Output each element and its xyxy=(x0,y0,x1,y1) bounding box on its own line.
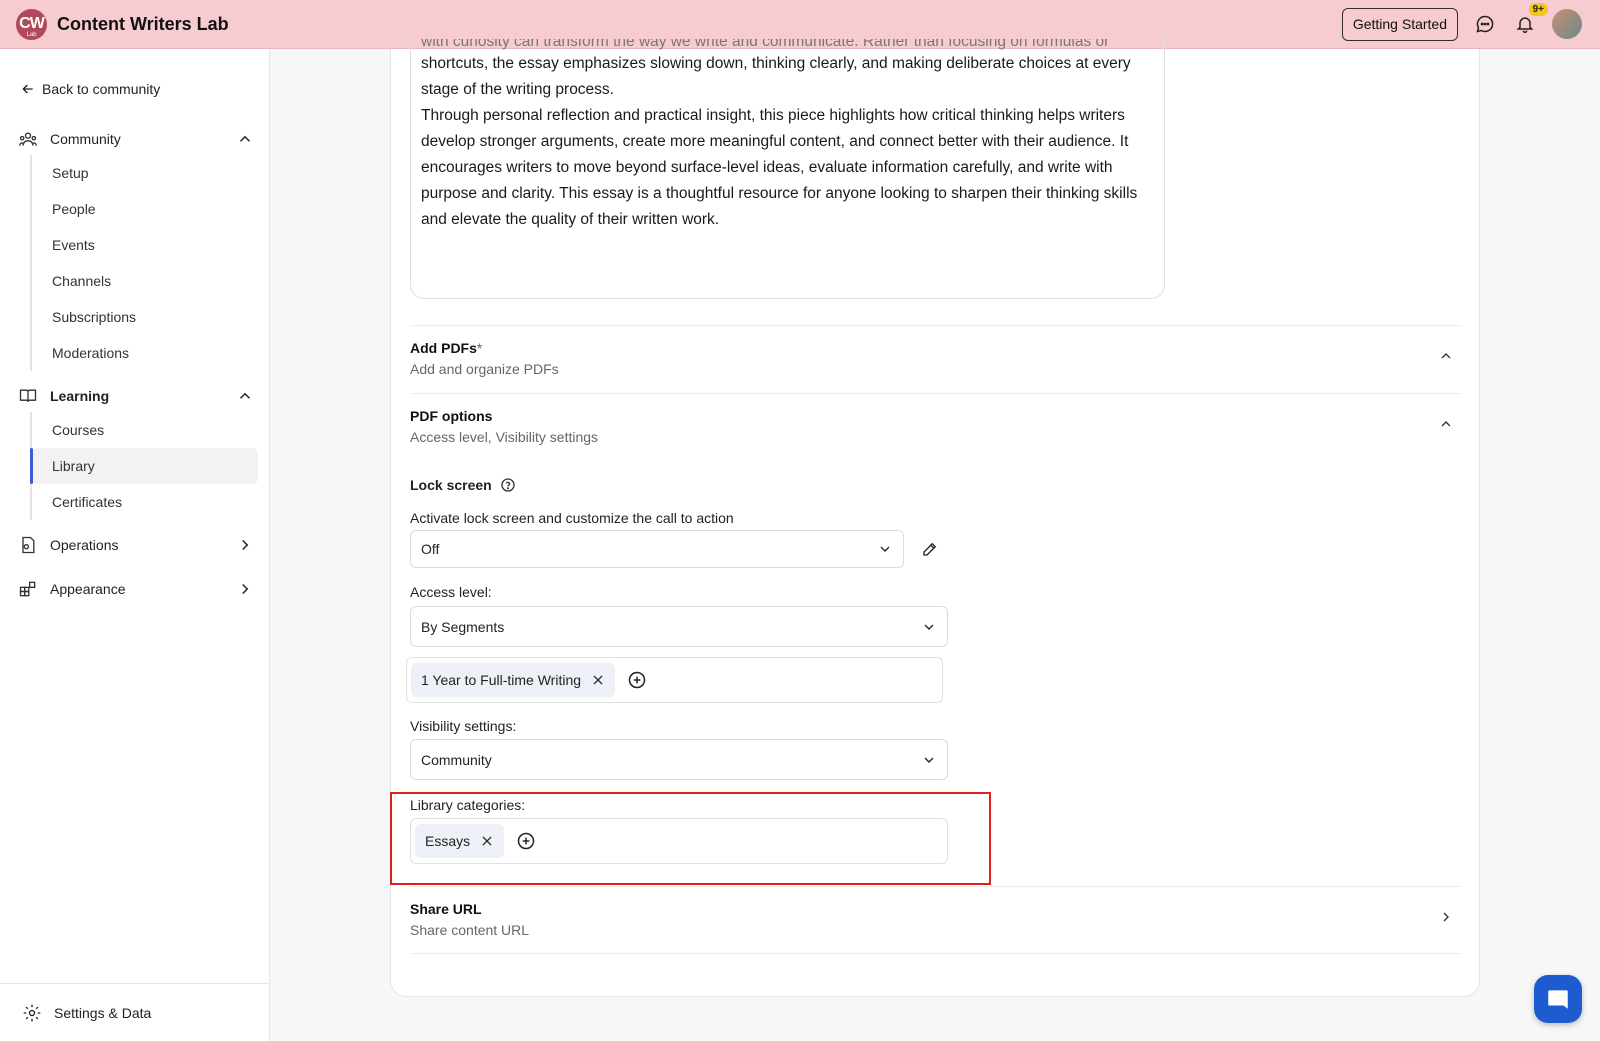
visibility-select[interactable]: Community xyxy=(410,739,948,780)
add-pdfs-title: Add PDFs* xyxy=(410,340,483,356)
sidebar-section-operations[interactable]: Operations xyxy=(18,535,254,555)
chevron-up-icon[interactable] xyxy=(236,387,254,405)
add-circle-icon[interactable] xyxy=(627,670,647,690)
chat-icon[interactable] xyxy=(1472,11,1498,37)
notification-badge: 9+ xyxy=(1528,3,1548,16)
segment-tag: 1 Year to Full-time Writing xyxy=(411,663,616,697)
user-avatar[interactable] xyxy=(1552,9,1582,39)
sidebar-item-subscriptions[interactable]: Subscriptions xyxy=(32,299,258,335)
gear-icon xyxy=(23,1004,41,1021)
learning-label: Learning xyxy=(50,388,110,404)
segment-tag-label: 1 Year to Full-time Writing xyxy=(421,672,582,688)
appearance-label: Appearance xyxy=(50,581,126,597)
lock-screen-value: Off xyxy=(421,541,440,557)
settings-label: Settings & Data xyxy=(54,1004,152,1021)
sidebar-item-people[interactable]: People xyxy=(32,191,258,227)
chevron-up-icon[interactable] xyxy=(236,130,254,148)
community-label: Community xyxy=(50,131,121,147)
brand-name[interactable]: Content Writers Lab xyxy=(57,14,229,35)
appearance-icon xyxy=(19,581,36,597)
chevron-down-icon xyxy=(880,546,890,552)
chevron-right-icon[interactable] xyxy=(236,536,254,554)
pencil-edit-icon[interactable] xyxy=(921,540,939,558)
chevron-down-icon xyxy=(924,624,934,630)
sidebar-section-appearance[interactable]: Appearance xyxy=(18,579,254,599)
description-textarea[interactable]: with curiosity can transform the way we … xyxy=(410,39,1165,299)
highlight-box xyxy=(390,792,991,885)
required-mark: * xyxy=(476,340,483,356)
arrow-left-icon xyxy=(22,84,33,94)
operations-icon xyxy=(22,536,35,554)
access-level-select[interactable]: By Segments xyxy=(410,606,948,647)
sidebar-item-setup[interactable]: Setup xyxy=(32,155,258,191)
sidebar-item-channels[interactable]: Channels xyxy=(32,263,258,299)
community-icon xyxy=(19,132,37,146)
lock-screen-heading: Lock screen xyxy=(410,477,516,493)
sidebar-item-courses[interactable]: Courses xyxy=(32,412,258,448)
sidebar-section-learning[interactable]: Learning xyxy=(18,386,254,406)
getting-started-button[interactable]: Getting Started xyxy=(1341,7,1458,41)
sidebar-section-community[interactable]: Community xyxy=(18,129,254,149)
lock-screen-title: Lock screen xyxy=(410,477,492,493)
share-url-title: Share URL xyxy=(410,901,482,917)
pdf-options-title: PDF options xyxy=(410,408,493,424)
sidebar-item-certificates[interactable]: Certificates xyxy=(32,484,258,520)
chevron-up-icon[interactable] xyxy=(1438,348,1454,364)
lock-screen-select[interactable]: Off xyxy=(410,530,904,568)
community-sub-list: Setup People Events Channels Subscriptio… xyxy=(30,155,258,371)
operations-label: Operations xyxy=(50,537,119,553)
description-paragraph-1: shortcuts, the essay emphasizes slowing … xyxy=(421,55,1131,98)
logo-text: CW xyxy=(19,15,45,32)
lock-screen-help: Activate lock screen and customize the c… xyxy=(410,510,734,526)
description-cut-line: with curiosity can transform the way we … xyxy=(421,39,1110,50)
logo-subtext: Lab xyxy=(26,31,37,38)
visibility-value: Community xyxy=(421,751,492,768)
community-logo[interactable]: CW Lab xyxy=(16,8,47,40)
bell-icon[interactable]: 9+ xyxy=(1512,3,1548,37)
pdf-options-section[interactable]: PDF options Access level, Visibility set… xyxy=(410,393,1462,463)
add-pdfs-section[interactable]: Add PDFs* Add and organize PDFs xyxy=(410,325,1462,393)
chevron-right-icon[interactable] xyxy=(236,580,254,598)
chevron-up-icon[interactable] xyxy=(1438,416,1454,432)
description-paragraph-2: Through personal reflection and practica… xyxy=(421,107,1138,228)
share-url-section[interactable]: Share URL Share content URL xyxy=(410,886,1462,954)
sidebar-item-moderations[interactable]: Moderations xyxy=(32,335,258,371)
sidebar-item-events[interactable]: Events xyxy=(32,227,258,263)
add-pdfs-subtitle: Add and organize PDFs xyxy=(410,361,559,377)
back-to-community-link[interactable]: Back to community xyxy=(20,81,160,97)
visibility-label: Visibility settings: xyxy=(410,718,517,734)
close-icon[interactable] xyxy=(591,673,605,687)
pdf-options-subtitle: Access level, Visibility settings xyxy=(410,429,599,445)
segments-tagbox: 1 Year to Full-time Writing xyxy=(406,657,943,703)
access-level-label: Access level: xyxy=(410,584,492,600)
sidebar-item-library[interactable]: Library xyxy=(30,448,258,484)
chat-bubble-icon xyxy=(1548,990,1568,1009)
back-label: Back to community xyxy=(42,81,161,97)
chevron-right-icon[interactable] xyxy=(1438,909,1454,925)
share-url-subtitle: Share content URL xyxy=(410,922,530,938)
support-chat-button[interactable] xyxy=(1534,975,1582,1023)
settings-data-link[interactable]: Settings & Data xyxy=(0,983,269,1041)
help-circle-icon[interactable] xyxy=(500,477,516,493)
learning-sub-list: Courses Library Certificates xyxy=(30,412,258,520)
access-level-value: By Segments xyxy=(421,618,505,635)
sidebar: Back to community Community Setup People… xyxy=(0,49,270,1041)
chevron-down-icon xyxy=(924,757,934,763)
book-icon xyxy=(19,389,37,402)
